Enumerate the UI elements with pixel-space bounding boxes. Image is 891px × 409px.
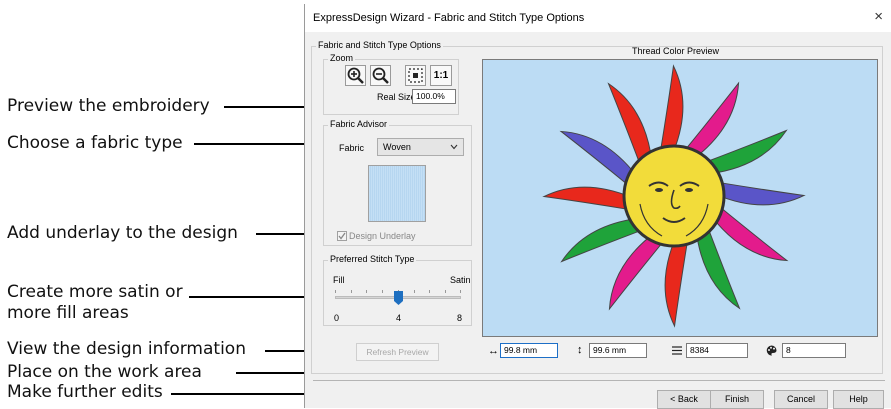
callout-underlay: Add underlay to the design (7, 223, 238, 243)
footer-divider (313, 380, 885, 381)
callout-edits: Make further edits (7, 382, 163, 402)
callout-fabric: Choose a fabric type (7, 133, 183, 153)
preview-title: Thread Color Preview (632, 46, 720, 56)
callout-stitch-line1: Create more satin or (7, 282, 183, 302)
height-field[interactable]: 99.6 mm (589, 343, 647, 358)
width-field[interactable]: 99.8 mm (500, 343, 558, 358)
zoom-actual-button[interactable]: 1:1 (430, 65, 452, 86)
zoom-out-icon (372, 67, 389, 84)
stitch-count-icon (672, 346, 682, 355)
fabric-swatch (368, 165, 426, 222)
thread-color-preview (482, 59, 878, 337)
satin-label: Satin (450, 275, 471, 285)
refresh-preview-button[interactable]: Refresh Preview (356, 343, 439, 361)
stitch-slider-thumb[interactable] (393, 291, 403, 305)
callout-finish: Place on the work area (7, 362, 202, 382)
real-size-label: Real Size (377, 92, 416, 102)
title-bar: ExpressDesign Wizard - Fabric and Stitch… (305, 4, 891, 32)
stitch-type-label: Preferred Stitch Type (328, 254, 417, 264)
fabric-advisor-label: Fabric Advisor (328, 119, 390, 129)
fill-label: Fill (333, 275, 345, 285)
design-underlay-label: Design Underlay (349, 231, 416, 241)
cancel-button[interactable]: Cancel (774, 390, 828, 409)
stitch-count-field[interactable]: 8384 (686, 343, 748, 358)
callout-preview: Preview the embroidery (7, 96, 210, 116)
help-button[interactable]: Help (833, 390, 884, 409)
callout-info: View the design information (7, 339, 246, 359)
dialog-title: ExpressDesign Wizard - Fabric and Stitch… (313, 12, 585, 24)
zoom-fit-button[interactable] (405, 65, 426, 86)
back-button[interactable]: < Back (657, 390, 711, 409)
fabric-select-value: Woven (383, 142, 411, 152)
zoom-in-icon (347, 67, 364, 84)
fabric-select[interactable]: Woven (377, 138, 464, 156)
zoom-out-button[interactable] (370, 65, 391, 86)
design-underlay-checkbox[interactable] (337, 231, 347, 241)
real-size-field[interactable]: 100.0% (412, 89, 456, 104)
height-icon: ↕ (577, 344, 583, 356)
fabric-label: Fabric (339, 143, 365, 153)
slider-min-label: 0 (334, 313, 340, 323)
close-icon[interactable]: × (874, 8, 883, 25)
finish-button[interactable]: Finish (710, 390, 764, 409)
chevron-down-icon (450, 144, 458, 150)
width-icon: ↔ (488, 345, 499, 357)
checkmark-icon (338, 232, 346, 240)
color-count-field[interactable]: 8 (782, 343, 846, 358)
zoom-in-button[interactable] (345, 65, 366, 86)
section-title: Fabric and Stitch Type Options (316, 40, 443, 50)
slider-mid-label: 4 (396, 313, 402, 323)
zoom-label: Zoom (328, 53, 356, 63)
sun-embroidery-image (542, 64, 806, 328)
zoom-fit-icon (408, 68, 423, 83)
wizard-dialog: ExpressDesign Wizard - Fabric and Stitch… (304, 4, 891, 409)
palette-icon (766, 345, 777, 356)
slider-max-label: 8 (457, 313, 463, 323)
callout-stitch-line2: more fill areas (7, 303, 129, 323)
